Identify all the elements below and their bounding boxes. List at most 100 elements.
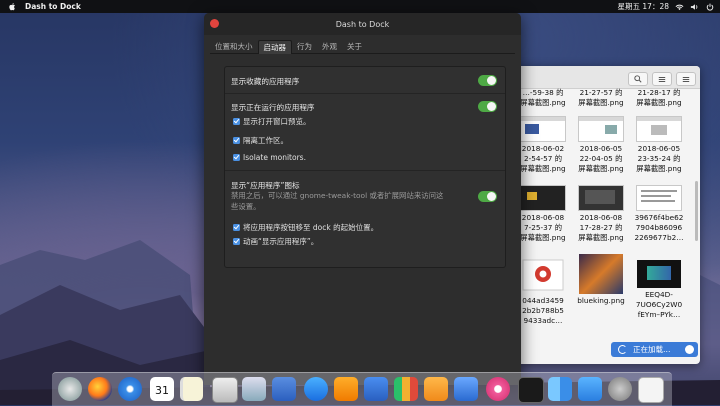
isolate-monitors-option[interactable]: Isolate monitors. (233, 153, 306, 162)
mail-icon[interactable] (578, 377, 602, 401)
active-app-name[interactable]: Dash to Dock (25, 2, 81, 11)
search-button[interactable] (628, 72, 648, 86)
power-icon[interactable] (705, 2, 714, 11)
move-to-start-label: 将应用程序按钮移至 dock 的起始位置。 (243, 223, 379, 232)
file-label-2: 2b2b788b5 (522, 306, 564, 315)
finder-toolbar (510, 66, 700, 89)
file-item[interactable]: 21-28-17 的 屏幕截图.png (631, 88, 687, 108)
file-item[interactable]: 2018-06-05 23-35-24 的 屏幕截图.png (631, 116, 687, 174)
file-label-3: 屏幕截图.png (520, 164, 566, 173)
file-label-1: EEQ4D- (645, 290, 673, 299)
show-favorites-label: 显示收藏的应用程序 (231, 77, 300, 86)
show-apps-icon-switch[interactable] (478, 191, 497, 202)
tab-behavior[interactable]: 行为 (292, 40, 317, 53)
file-item[interactable]: 2018-06-08 7-25-37 的 屏幕截图.png (515, 185, 571, 243)
file-thumbnail (636, 116, 682, 142)
clock[interactable]: 星期五 17：28 (618, 1, 669, 12)
tab-appearance[interactable]: 外观 (317, 40, 342, 53)
firefox-icon[interactable] (88, 377, 112, 401)
file-label-3: fEYm–PYk… (637, 310, 681, 319)
dialog-titlebar[interactable]: Dash to Dock (204, 13, 521, 35)
status-tray: 星期五 17：28 (618, 0, 714, 13)
terminal-icon[interactable] (518, 377, 544, 403)
file-label-1: 2018-06-05 (637, 144, 681, 153)
pages-icon[interactable] (424, 377, 448, 401)
tab-launchers[interactable]: 启动器 (257, 40, 292, 54)
loading-spinner-icon (618, 345, 627, 354)
file-label-2: 屏幕截图.png (578, 98, 624, 107)
image-capture-icon[interactable] (272, 377, 296, 401)
isolate-workspaces-label: 隔离工作区。 (243, 136, 288, 145)
wifi-icon[interactable] (675, 2, 684, 11)
show-favorites-switch[interactable] (478, 75, 497, 86)
move-to-start-option[interactable]: 将应用程序按钮移至 dock 的起始位置。 (233, 222, 378, 233)
file-label-2: 2-54-57 的 (523, 154, 563, 163)
menu-button[interactable] (676, 72, 696, 86)
photos-icon[interactable] (212, 377, 238, 403)
image-thumbnail-icon (522, 259, 564, 291)
divider (225, 93, 505, 94)
file-label-2: 屏幕截图.png (520, 98, 566, 107)
rocket-icon[interactable] (58, 377, 82, 401)
apple-menu-icon[interactable] (8, 2, 17, 11)
safari-icon[interactable] (118, 377, 142, 401)
finder-scrollbar[interactable] (695, 181, 698, 241)
checkbox[interactable] (233, 118, 240, 125)
view-options-button[interactable] (652, 72, 672, 86)
isolate-workspaces-option[interactable]: 隔离工作区。 (233, 135, 288, 146)
tab-position-size[interactable]: 位置和大小 (210, 40, 258, 53)
file-thumbnail (636, 185, 682, 211)
file-item[interactable]: 044ad3459 2b2b788b5 9433adc… (515, 254, 571, 326)
system-prefs-icon[interactable] (608, 377, 632, 401)
notification-dismiss-button[interactable] (685, 345, 694, 354)
ibooks-icon[interactable] (334, 377, 358, 401)
checkbox[interactable] (233, 137, 240, 144)
volume-icon[interactable] (690, 2, 699, 11)
finder-icon[interactable] (548, 377, 572, 401)
file-item[interactable]: EEQ4D- 7UO6Cy2W0 fEYm–PYk… (631, 254, 687, 320)
file-item[interactable]: …-59-38 的 屏幕截图.png (515, 88, 571, 108)
list-icon (658, 76, 666, 82)
divider (225, 170, 505, 171)
top-menu-bar: Dash to Dock 星期五 17：28 (0, 0, 720, 13)
calendar-icon[interactable]: 31 (150, 377, 174, 401)
file-item[interactable]: 21-27-57 的 屏幕截图.png (573, 88, 629, 108)
file-label-2: 22-04-05 的 (579, 154, 623, 163)
file-label-2: 7904b86096 (635, 223, 683, 232)
file-item[interactable]: 2018-06-02 2-54-57 的 屏幕截图.png (515, 116, 571, 174)
file-label-1: 39676f4be62 (634, 213, 684, 222)
preview-icon[interactable] (242, 377, 266, 401)
keynote-stand-icon[interactable] (454, 377, 478, 401)
app-store-icon[interactable] (304, 377, 328, 401)
notes-icon[interactable] (180, 377, 203, 401)
loading-notification[interactable]: 正在加载… (611, 342, 698, 357)
description-line: 些设置。 (231, 202, 261, 211)
file-item[interactable]: 2018-06-08 17-28-27 的 屏幕截图.png (573, 185, 629, 243)
text-edit-icon[interactable] (638, 377, 664, 403)
checkbox[interactable] (233, 238, 240, 245)
checkbox[interactable] (233, 224, 240, 231)
file-label-3: 屏幕截图.png (578, 164, 624, 173)
animate-show-apps-option[interactable]: 动画“显示应用程序”。 (233, 236, 318, 247)
file-item[interactable]: 2018-06-05 22-04-05 的 屏幕截图.png (573, 116, 629, 174)
isolate-monitors-label: Isolate monitors. (243, 153, 306, 162)
file-item[interactable]: 39676f4be62 7904b86096 2269677b2… (631, 185, 687, 243)
file-item[interactable]: blueking.png (573, 254, 629, 306)
tab-about[interactable]: 关于 (342, 40, 367, 53)
finder-window[interactable]: …-59-38 的 屏幕截图.png 21-27-57 的 屏幕截图.png 2… (510, 66, 700, 364)
file-label-3: 屏幕截图.png (578, 233, 624, 242)
description-line: 禁用之后，可以通过 gnome-tweak-tool 或者扩展网站来访问这 (231, 191, 444, 200)
numbers-icon[interactable] (394, 377, 418, 401)
checkbox[interactable] (233, 154, 240, 161)
file-label-2: 7UO6Cy2W0 (635, 300, 683, 309)
file-label-1: 21-27-57 的 (579, 88, 623, 97)
keynote-icon[interactable] (364, 377, 388, 401)
show-window-previews-option[interactable]: 显示打开窗口预览。 (233, 116, 311, 127)
file-label-1: 044ad3459 (522, 296, 564, 305)
file-label-2: 17-28-27 的 (579, 223, 623, 232)
show-running-switch[interactable] (478, 101, 497, 112)
file-thumbnail (520, 185, 566, 211)
close-button[interactable] (210, 19, 219, 28)
dash-to-dock-settings-dialog: Dash to Dock 位置和大小 启动器 行为 外观 关于 显示收藏的应用程… (204, 13, 521, 385)
itunes-icon[interactable] (486, 377, 510, 401)
